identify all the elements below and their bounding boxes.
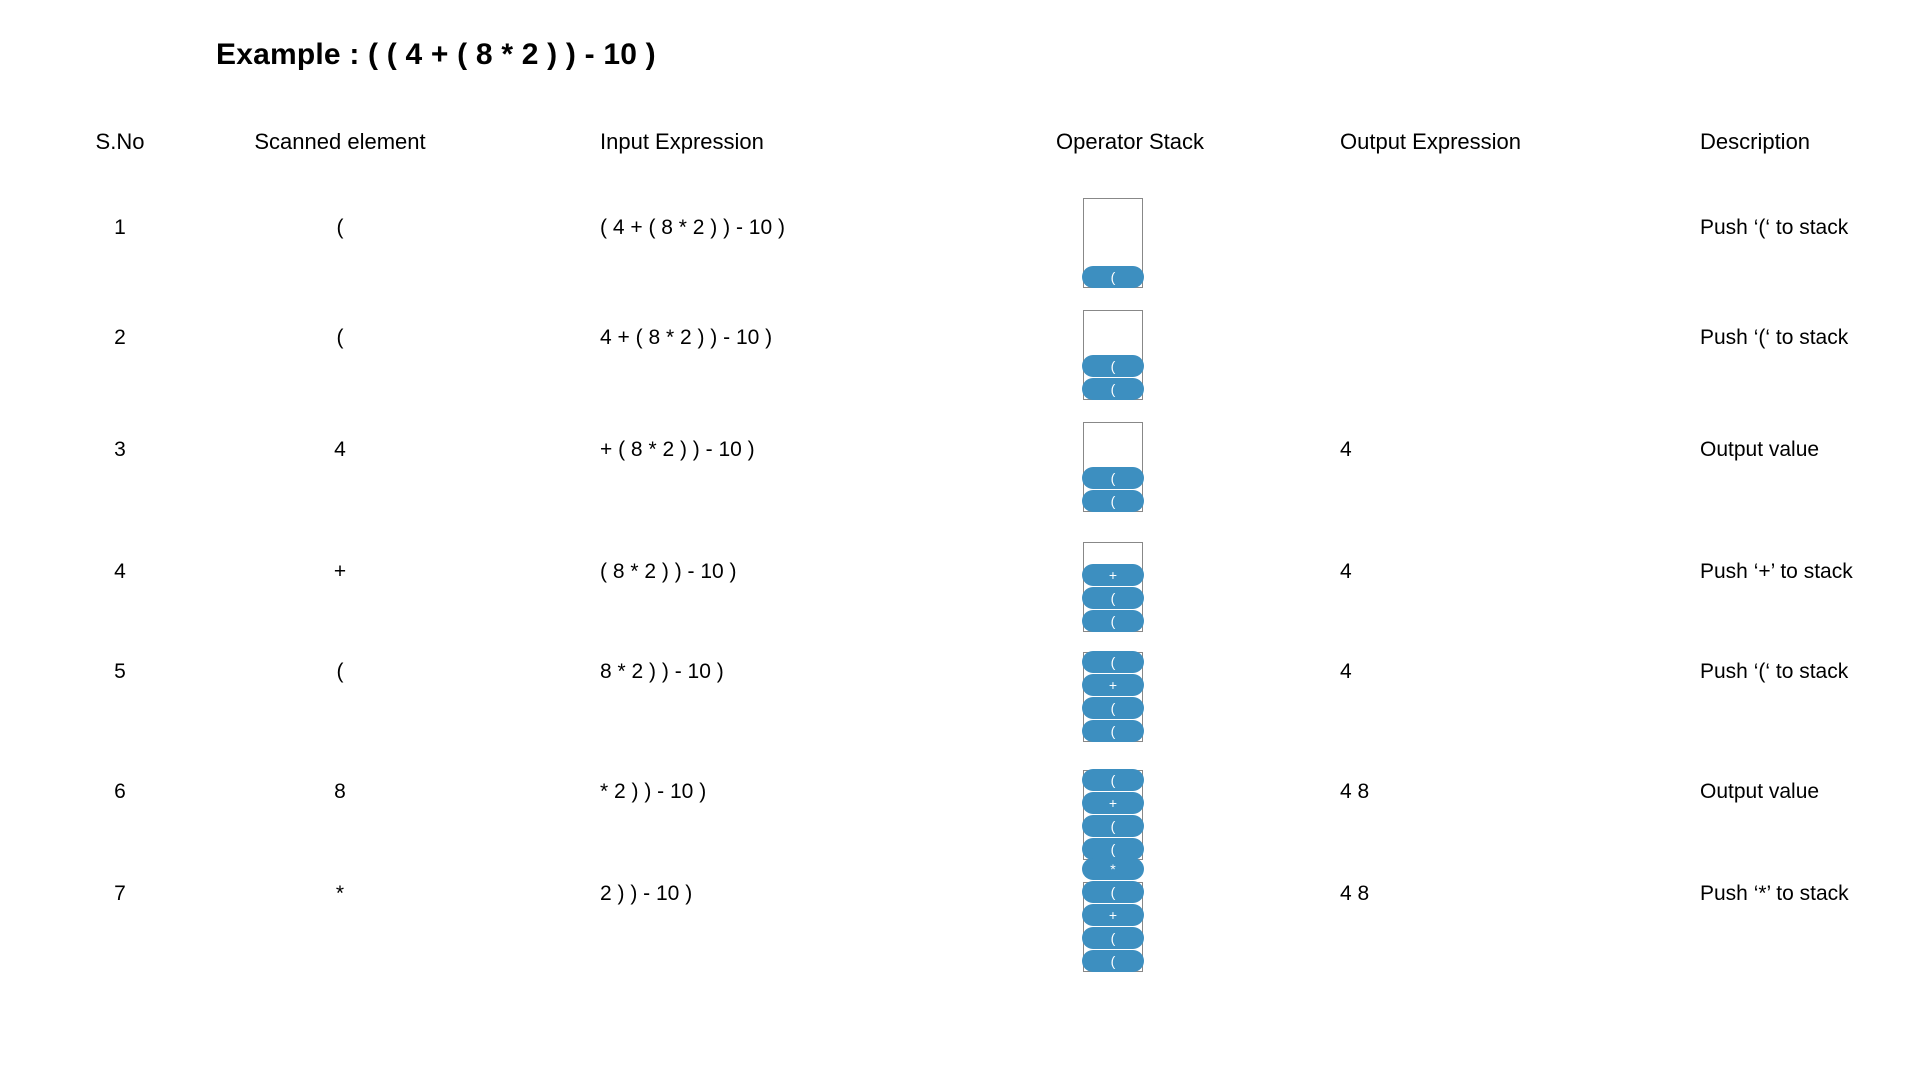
page-title: Example : ( ( 4 + ( 8 * 2 ) ) - 10 ) [216,38,656,71]
stack-container: (+(( [1082,650,1144,742]
cell-description: Push ‘+’ to stack [1700,560,1853,583]
cell-sno: 1 [114,216,126,239]
stack-container: (+(( [1082,768,1144,860]
stack-item: ( [1082,378,1144,400]
operator-stack: (( [1082,310,1144,400]
operator-stack: ( [1082,198,1144,288]
stack-item: ( [1082,610,1144,632]
stack-container: (( [1082,422,1144,512]
cell-sno: 4 [114,560,126,583]
operator-stack: *(+(( [1082,858,1144,972]
cell-input: 8 * 2 ) ) - 10 ) [600,660,724,683]
stack-item: ( [1082,927,1144,949]
stack-item: ( [1082,769,1144,791]
stack-item: ( [1082,720,1144,742]
operator-stack: +(( [1082,542,1144,632]
cell-scanned: 8 [334,780,346,803]
cell-sno: 3 [114,438,126,461]
stack-item: ( [1082,950,1144,972]
cell-output: 4 [1340,660,1352,683]
cell-input: + ( 8 * 2 ) ) - 10 ) [600,438,755,461]
cell-input: ( 8 * 2 ) ) - 10 ) [600,560,737,583]
cell-input: 2 ) ) - 10 ) [600,882,693,905]
postfix-conversion-figure: Example : ( ( 4 + ( 8 * 2 ) ) - 10 ) S.N… [0,0,1920,1080]
cell-sno: 6 [114,780,126,803]
stack-item: ( [1082,490,1144,512]
cell-output: 4 8 [1340,882,1370,905]
cell-sno: 5 [114,660,126,683]
cell-input: 4 + ( 8 * 2 ) ) - 10 ) [600,326,773,349]
cell-sno: 7 [114,882,126,905]
stack-container: +(( [1082,542,1144,632]
operator-stack: (( [1082,422,1144,512]
cell-description: Output value [1700,438,1820,461]
header-description: Description [1700,129,1811,154]
cell-output: 4 8 [1340,780,1370,803]
stack-item: + [1082,904,1144,926]
stack-items: *(+(( [1082,857,1144,972]
stack-item: + [1082,674,1144,696]
stack-item: + [1082,564,1144,586]
header-output: Output Expression [1340,129,1521,154]
cell-input: * 2 ) ) - 10 ) [600,780,707,803]
operator-stack: (+(( [1082,768,1144,860]
cell-description: Push ‘(‘ to stack [1700,216,1849,239]
stack-container: *(+(( [1082,858,1144,972]
stack-items: ( [1082,265,1144,288]
cell-sno: 2 [114,326,126,349]
cell-scanned: * [335,882,345,905]
cell-description: Push ‘(‘ to stack [1700,660,1849,683]
header-sno: S.No [95,129,145,154]
header-stack: Operator Stack [1056,129,1204,154]
cell-description: Output value [1700,780,1820,803]
cell-scanned: + [333,560,347,583]
stack-items: (( [1082,354,1144,400]
stack-item: * [1082,858,1144,880]
stack-item: + [1082,792,1144,814]
stack-container: (( [1082,310,1144,400]
cell-output: 4 [1340,560,1352,583]
stack-items: +(( [1082,563,1144,632]
cell-scanned: 4 [334,438,346,461]
stack-item: ( [1082,467,1144,489]
header-scanned: Scanned element [254,129,426,154]
cell-description: Push ‘(‘ to stack [1700,326,1849,349]
cell-description: Push ‘*’ to stack [1700,882,1849,905]
stack-item: ( [1082,355,1144,377]
header-input: Input Expression [600,129,764,154]
stack-item: ( [1082,881,1144,903]
cell-output: 4 [1340,438,1352,461]
cell-scanned: ( [336,660,344,683]
stack-item: ( [1082,697,1144,719]
cell-scanned: ( [336,326,344,349]
stack-items: (+(( [1082,768,1144,860]
operator-stack: (+(( [1082,650,1144,742]
stack-item: ( [1082,651,1144,673]
cell-input: ( 4 + ( 8 * 2 ) ) - 10 ) [600,216,785,239]
stack-item: ( [1082,587,1144,609]
stack-container: ( [1082,198,1144,288]
stack-item: ( [1082,266,1144,288]
stack-items: (+(( [1082,650,1144,742]
cell-scanned: ( [336,216,344,239]
stack-items: (( [1082,466,1144,512]
stack-item: ( [1082,815,1144,837]
